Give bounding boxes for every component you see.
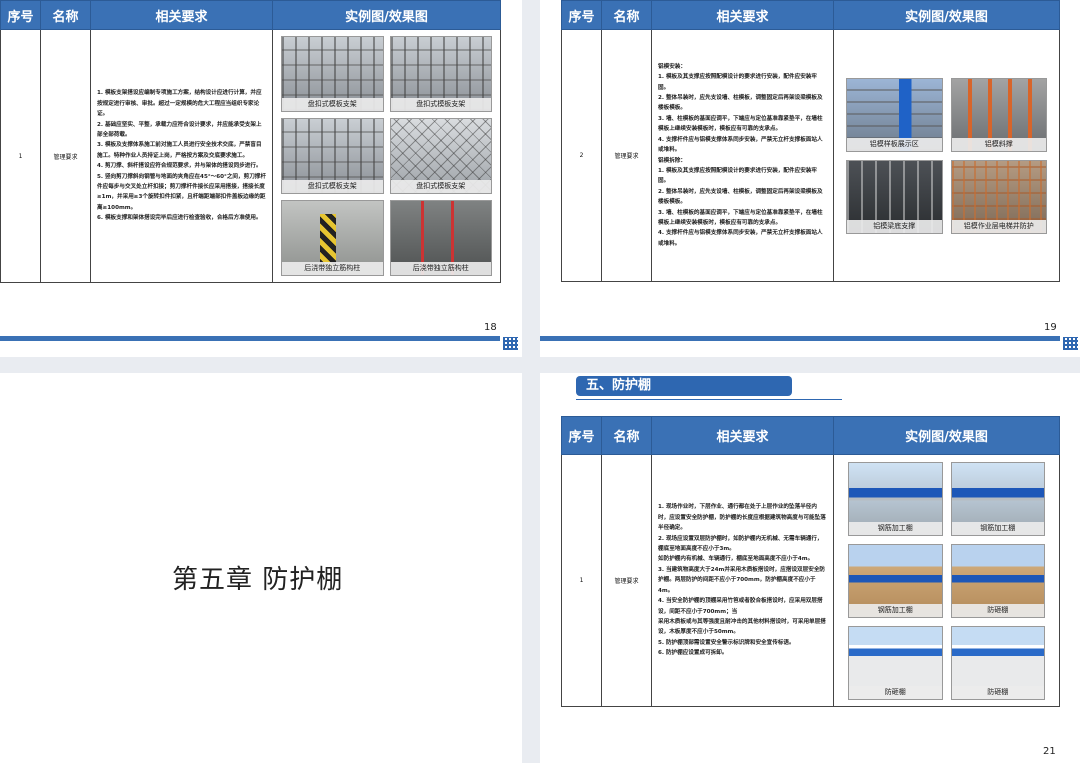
requirement-item: 铝模拆除： — [658, 157, 686, 164]
page-gutter-horizontal — [0, 357, 1080, 373]
photo-caption: 铝模样板展示区 — [847, 137, 942, 151]
photo-caption: 盘扣式模板支架 — [390, 180, 491, 193]
header-requirements: 相关要求 — [651, 416, 834, 455]
photo-protective-shed: 钢筋加工棚 — [848, 461, 943, 536]
photo-caption: 钢筋加工棚 — [849, 521, 942, 535]
photo-column: 后浇带独立筋构柱 — [389, 200, 492, 276]
spec-table: 序号 名称 相关要求 实例图/效果图 2 管理要求 铝模安装： 1. 模板及其支… — [561, 0, 1060, 282]
photo-caption: 铝模梁底支撑 — [847, 219, 942, 233]
header-images: 实例图/效果图 — [272, 0, 501, 30]
header-requirements: 相关要求 — [651, 0, 834, 30]
photo-protective-shed: 防砸棚 — [950, 543, 1045, 618]
requirements-cell: 1. 现场作业时，下层作业、通行都在处于上层作业的坠落半径内时，应设置安全防护棚… — [651, 454, 834, 707]
requirement-item: 3. 当建筑物高度大于24m并采用木质板搭设时，应搭设双层安全防护棚。两层防护的… — [658, 566, 826, 594]
requirement-item: 1. 模板及其支撑应按照配模设计的要求进行安装，配件应安装牢固。 — [658, 74, 817, 91]
requirement-item: 3. 墙、柱模板的基面应调平，下端应与定位基准靠紧垫平，在墙柱模板上继续安装模板… — [658, 115, 823, 133]
requirement-item: 铝模安装： — [658, 63, 686, 70]
page-number: 18 — [484, 322, 497, 333]
spec-table: 序号 名称 相关要求 实例图/效果图 1 管理要求 1. 现场作业时，下层作业、… — [561, 416, 1060, 707]
photo-scaffold: 盘扣式模板支架 — [389, 36, 492, 112]
page-number: 19 — [1044, 322, 1057, 333]
photo-scaffold: 盘扣式模板支架 — [281, 118, 384, 194]
photo-caption: 铝模作业层电梯井防护 — [951, 219, 1046, 233]
requirement-item: 采用木质板或与其等强度且耐冲击的其他材料搭设时，可采用单层搭设，木板厚度不应小于… — [658, 618, 826, 636]
photo-caption: 盘扣式模板支架 — [282, 98, 383, 111]
section-title: 五、防护棚 — [576, 376, 792, 396]
requirement-item: 3. 模板及支撑体系施工前对施工人员进行安全技术交底，严禁盲目施工。特种作业人员… — [97, 142, 262, 159]
requirement-item: 3. 墙、柱模板的基面应调平，下端应与定位基准靠紧垫平，在墙柱模板上继续安装模板… — [658, 209, 823, 226]
photo-aluminum-formwork: 铝模斜撑 — [950, 77, 1047, 152]
photo-protective-shed: 钢筋加工棚 — [950, 461, 1045, 536]
photo-scaffold: 盘扣式模板支架 — [281, 36, 384, 112]
requirement-item: 4. 支撑杆件应与铝模支撑体系同步安装，严禁无立杆支撑板面站人或堆料。 — [658, 136, 823, 154]
photo-caption: 后浇带独立筋构柱 — [390, 262, 491, 275]
chapter-title: 第五章 防护棚 — [172, 565, 344, 595]
row-number: 1 — [0, 29, 41, 283]
requirements-cell: 1. 模板支架搭设应编制专项施工方案，结构设计应进行计算，并应按规定进行审核、审… — [90, 29, 273, 283]
header-name: 名称 — [601, 416, 652, 455]
requirement-item: 6. 防护棚应设置成可拆卸。 — [658, 650, 728, 657]
requirement-item: 4. 支撑杆件应与铝模支撑体系同步安装，严禁无立杆支撑板面站人或堆料。 — [658, 230, 823, 247]
header-name: 名称 — [40, 0, 91, 30]
row-number: 1 — [561, 454, 602, 707]
photo-caption: 防砸棚 — [849, 685, 942, 699]
images-cell: 盘扣式模板支架 盘扣式模板支架 盘扣式模板支架 盘扣式模板支架 后浇带独立筋构柱… — [272, 29, 501, 283]
requirement-item: 如防护棚内有机械、车辆通行，棚底至地面高度不应小于4m。 — [658, 556, 814, 563]
footer-grid-icon — [1063, 337, 1078, 350]
photo-caption: 防砸棚 — [951, 685, 1044, 699]
header-images: 实例图/效果图 — [833, 416, 1060, 455]
requirement-item: 2. 基础应坚实、平整，承载力应符合设计要求，并应能承受支架上部全部荷载。 — [97, 121, 262, 138]
photo-aluminum-formwork: 铝模作业层电梯井防护 — [950, 159, 1047, 234]
row-number: 2 — [561, 29, 602, 282]
photo-aluminum-formwork: 铝模梁底支撑 — [846, 159, 943, 234]
requirement-item: 2. 整体吊装时，应先支设墙、柱模板，调整固定后再架设梁模板及楼板模板。 — [658, 95, 823, 112]
requirement-item: 6. 模板支撑和架体搭设完毕后应进行检查验收，合格后方准使用。 — [97, 215, 262, 222]
photo-caption: 钢筋加工棚 — [849, 603, 942, 617]
photo-protective-shed: 防砸棚 — [950, 625, 1045, 700]
photo-caption: 盘扣式模板支架 — [282, 180, 383, 193]
photo-protective-shed: 钢筋加工棚 — [848, 543, 943, 618]
requirement-item: 5. 竖向剪刀撑斜向钢管与地面的夹角应在45°～60°之间，剪刀撑杆件应每步与交… — [97, 173, 266, 211]
requirement-item: 5. 防护棚顶部需设置安全警示标识牌和安全宣传标语。 — [658, 639, 795, 646]
header-num: 序号 — [561, 0, 602, 30]
requirements-cell: 铝模安装： 1. 模板及其支撑应按照配模设计的要求进行安装，配件应安装牢固。 2… — [651, 29, 834, 282]
footer-bar — [0, 336, 500, 341]
requirement-item: 2. 现场应设置双层防护棚时，如防护棚内无机械、无需车辆通行，棚底至地面高度不应… — [658, 535, 823, 553]
images-cell: 钢筋加工棚 钢筋加工棚 钢筋加工棚 防砸棚 防砸棚 防砸棚 — [833, 454, 1060, 707]
photo-column: 后浇带独立筋构柱 — [281, 200, 384, 276]
requirement-item: 1. 模板及其支撑应按照配模设计的要求进行安装，配件应安装牢固。 — [658, 167, 817, 185]
header-requirements: 相关要求 — [90, 0, 273, 30]
header-num: 序号 — [561, 416, 602, 455]
photo-aluminum-formwork: 铝模样板展示区 — [846, 77, 943, 152]
row-name: 管理要求 — [601, 29, 652, 282]
page-20: 第五章 防护棚 — [0, 373, 522, 763]
footer-grid-icon — [503, 337, 518, 350]
requirement-item: 1. 现场作业时，下层作业、通行都在处于上层作业的坠落半径内时，应设置安全防护棚… — [658, 504, 826, 532]
requirement-item: 4. 剪刀撑、斜杆搭设应符合规范要求，并与架体的搭设同步进行。 — [97, 163, 262, 170]
section-underline — [576, 399, 842, 400]
photo-caption: 防砸棚 — [951, 603, 1044, 617]
header-name: 名称 — [601, 0, 652, 30]
photo-caption: 盘扣式模板支架 — [390, 98, 491, 111]
photo-caption: 钢筋加工棚 — [951, 521, 1044, 535]
header-num: 序号 — [0, 0, 41, 30]
photo-scaffold: 盘扣式模板支架 — [389, 118, 492, 194]
row-name: 管理要求 — [601, 454, 652, 707]
photo-caption: 铝模斜撑 — [951, 137, 1046, 151]
header-images: 实例图/效果图 — [833, 0, 1060, 30]
page-18: 序号 名称 相关要求 实例图/效果图 1 管理要求 1. 模板支架搭设应编制专项… — [0, 0, 522, 357]
photo-caption: 后浇带独立筋构柱 — [282, 262, 383, 275]
photo-protective-shed: 防砸棚 — [848, 625, 943, 700]
page-number: 21 — [1043, 746, 1056, 757]
page-19: 序号 名称 相关要求 实例图/效果图 2 管理要求 铝模安装： 1. 模板及其支… — [540, 0, 1080, 357]
page-gutter-vertical — [522, 0, 540, 763]
requirement-item: 2. 整体吊装时，应先支设墙、柱模板，调整固定后再架设梁模板及楼板模板。 — [658, 188, 823, 206]
requirement-item: 1. 模板支架搭设应编制专项施工方案，结构设计应进行计算，并应按规定进行审核、审… — [97, 90, 262, 118]
footer-bar — [540, 336, 1060, 341]
requirement-item: 4. 当安全防护棚的顶棚采用竹笆或者胶合板搭设时，应采用双层搭设，间距不应小于7… — [658, 598, 823, 615]
spec-table: 序号 名称 相关要求 实例图/效果图 1 管理要求 1. 模板支架搭设应编制专项… — [0, 0, 501, 283]
row-name: 管理要求 — [40, 29, 91, 283]
images-cell: 铝模样板展示区 铝模斜撑 铝模梁底支撑 铝模作业层电梯井防护 — [833, 29, 1060, 282]
